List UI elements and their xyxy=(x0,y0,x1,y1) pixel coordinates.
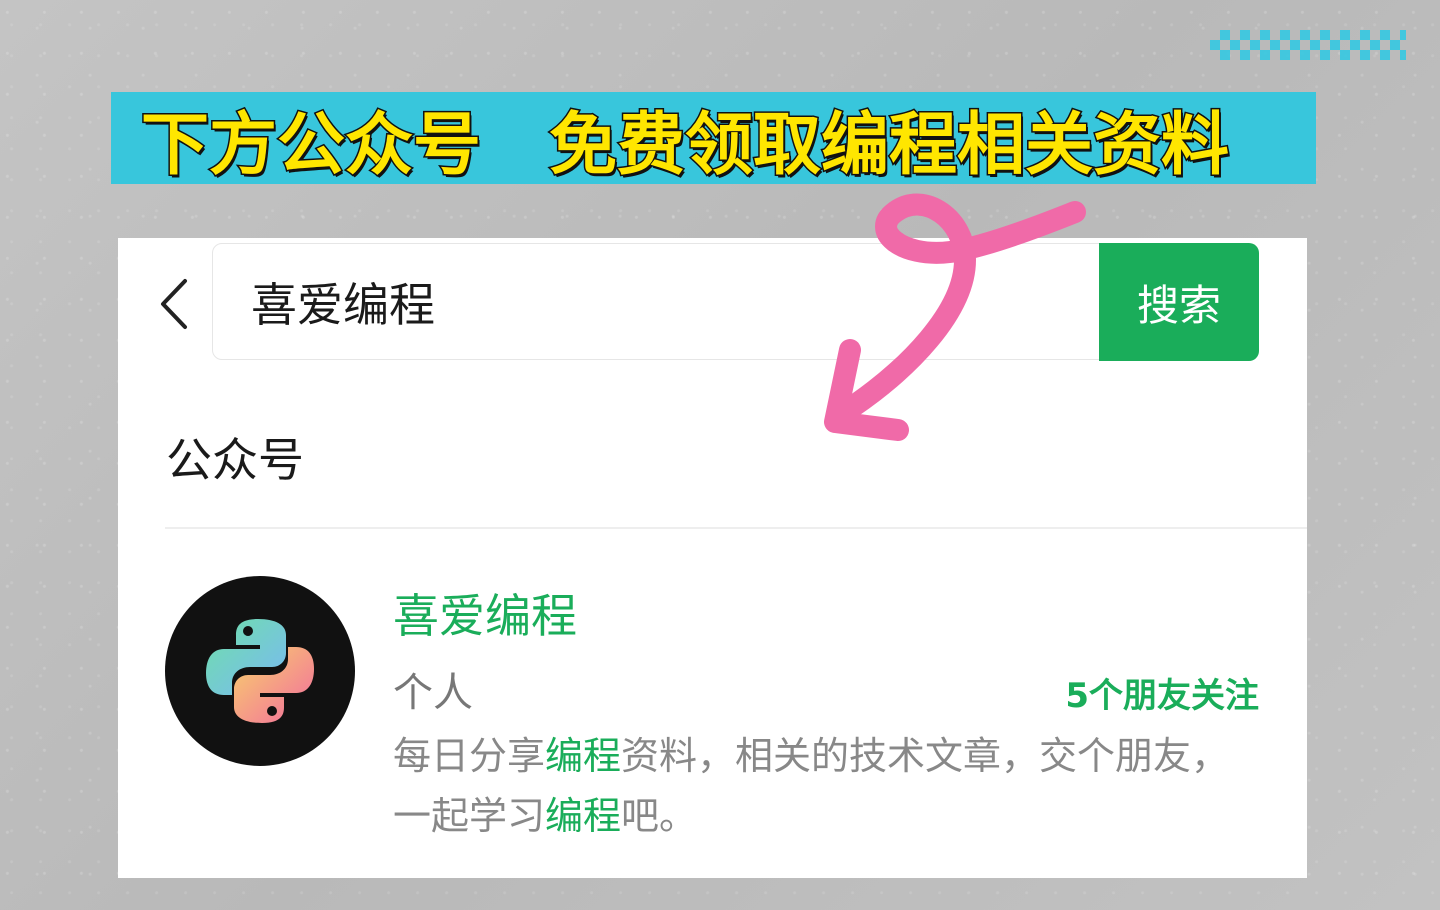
avatar xyxy=(165,576,355,766)
search-bar xyxy=(212,243,1165,360)
chevron-left-icon xyxy=(161,279,187,329)
divider xyxy=(165,527,1307,529)
desc-text: 吧。 xyxy=(621,794,698,838)
account-type: 个人 xyxy=(393,670,473,716)
desc-highlight: 编程 xyxy=(545,794,622,838)
account-description: 每日分享编程资料，相关的技术文章，交个朋友，一起学习编程吧。 xyxy=(393,726,1253,846)
search-results-card: 搜索 公众号 喜爱编程 xyxy=(118,238,1307,878)
account-name: 喜爱编程 xyxy=(393,589,577,643)
desc-highlight: 编程 xyxy=(545,734,622,778)
back-button[interactable] xyxy=(154,274,194,334)
banner-text: 下方公众号 免费领取编程相关资料 xyxy=(139,104,1230,186)
friends-following: 5个朋友关注 xyxy=(1065,676,1259,716)
section-title: 公众号 xyxy=(166,433,304,487)
search-input[interactable] xyxy=(251,272,991,332)
checker-decoration xyxy=(1210,30,1406,60)
search-button[interactable]: 搜索 xyxy=(1099,243,1259,361)
python-logo-icon xyxy=(206,619,314,723)
desc-text: 每日分享 xyxy=(393,734,546,778)
promo-banner: 下方公众号 免费领取编程相关资料 xyxy=(111,92,1316,186)
account-result-item[interactable]: 喜爱编程 个人 5个朋友关注 每日分享编程资料，相关的技术文章，交个朋友，一起学… xyxy=(165,568,1265,858)
